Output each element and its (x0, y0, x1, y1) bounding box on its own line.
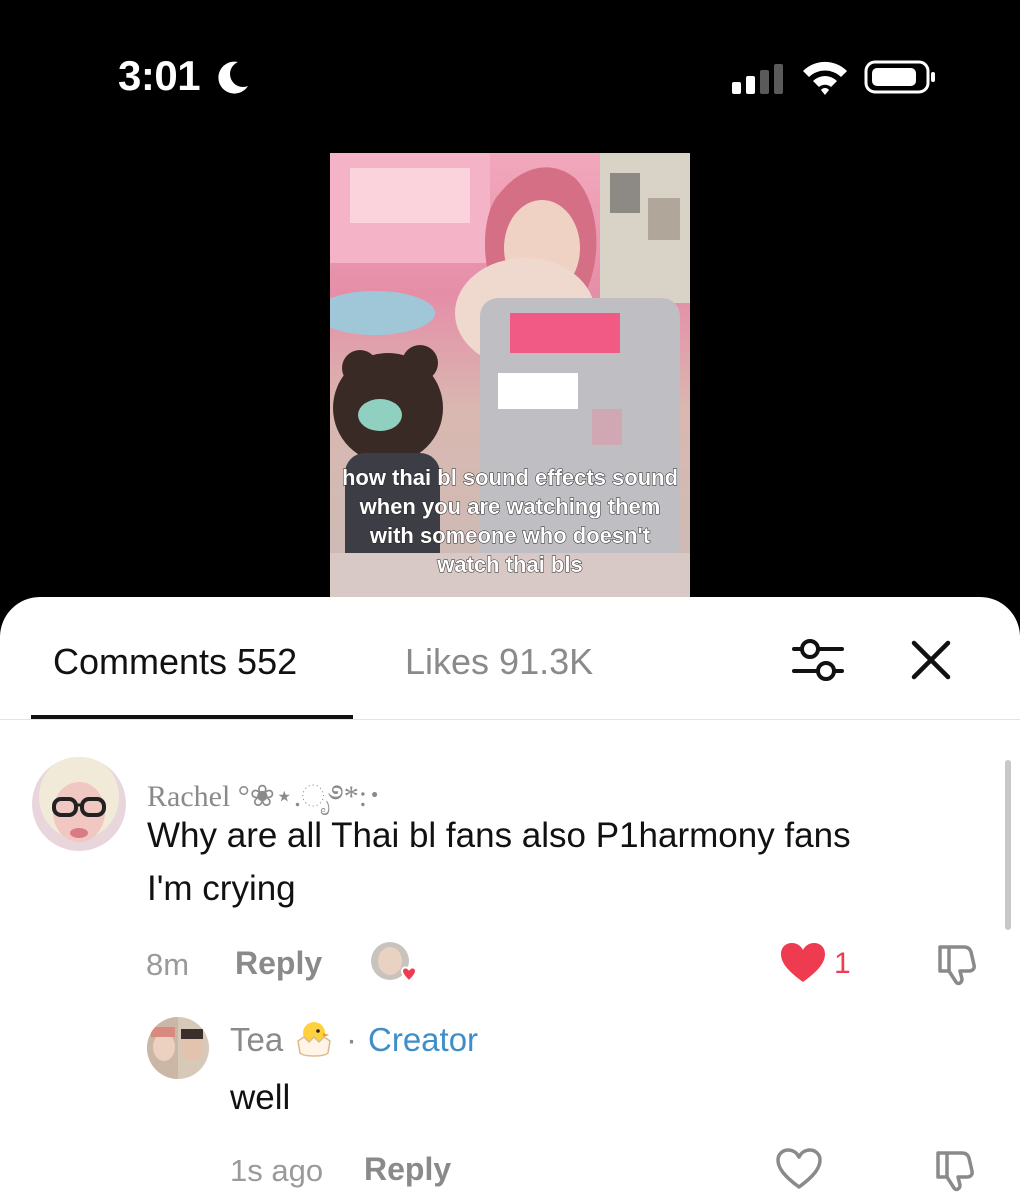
reply-button[interactable]: Reply (235, 945, 322, 982)
close-icon[interactable] (908, 637, 954, 683)
comment-text: Why are all Thai bl fans also P1harmony … (147, 809, 987, 915)
reply-button[interactable]: Reply (364, 1151, 451, 1188)
dislike-icon[interactable] (934, 941, 980, 987)
comment-text-line: Why are all Thai bl fans also P1harmony … (147, 816, 851, 855)
comment-time: 8m (146, 947, 190, 982)
comment-username[interactable]: Tea (230, 1021, 283, 1059)
tab-likes[interactable]: Likes 91.3K (405, 641, 593, 683)
divider (0, 719, 1020, 720)
creator-liked-avatar (370, 941, 418, 987)
status-time: 3:01 (118, 52, 201, 99)
wifi-icon (803, 61, 847, 95)
moon-icon (218, 61, 248, 94)
comment-text-line: I'm crying (147, 869, 296, 908)
hatching-chick-icon (297, 1022, 331, 1057)
avatar[interactable] (32, 757, 126, 851)
comments-sheet: Comments 552 Likes 91.3K Rachel °❀⋆.ೃ࿔*:… (0, 597, 1020, 1200)
cellular-signal-icon (732, 64, 783, 94)
heart-outline-icon[interactable] (776, 1148, 822, 1190)
video-caption: how thai bl sound effects sound when you… (341, 465, 679, 578)
comment-time: 1s ago (230, 1153, 324, 1188)
dislike-icon[interactable] (932, 1147, 978, 1193)
battery-icon (864, 60, 935, 94)
video-thumbnail[interactable]: how thai bl sound effects sound when you… (330, 153, 690, 623)
badge-separator: · (346, 1021, 357, 1058)
comment-text: well (230, 1078, 291, 1117)
creator-badge: Creator (368, 1021, 479, 1058)
avatar[interactable] (147, 1017, 209, 1079)
phone-screen: 3:01 how thai bl sound effects sound whe… (0, 0, 1020, 1200)
tab-comments[interactable]: Comments 552 (53, 641, 297, 683)
filter-icon[interactable] (790, 635, 846, 685)
scrollbar[interactable] (1005, 760, 1011, 930)
heart-filled-icon[interactable] (780, 942, 826, 984)
like-count: 1 (834, 947, 851, 980)
